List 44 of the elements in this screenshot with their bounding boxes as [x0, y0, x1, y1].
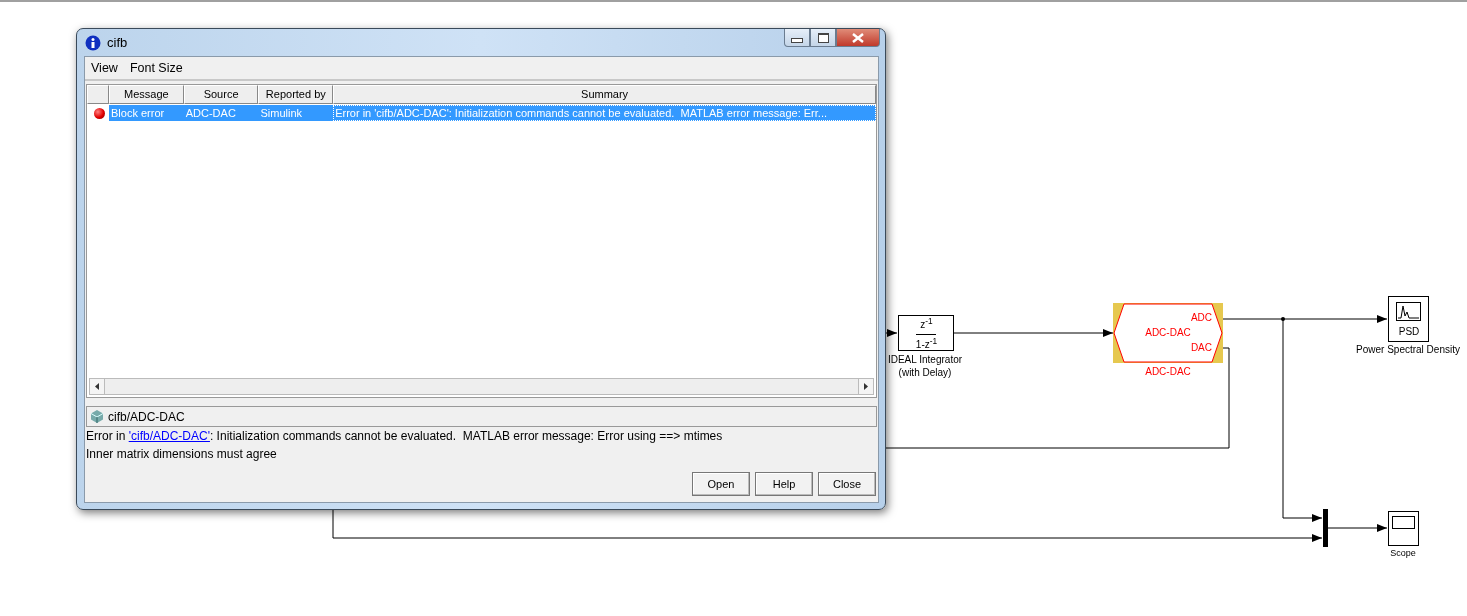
dialog-button[interactable]: Open	[692, 472, 750, 496]
block-label: Scope	[1389, 548, 1417, 558]
block-label: (with Delay)	[897, 367, 953, 378]
block-title: ADC-DAC	[1144, 327, 1192, 338]
close-icon	[852, 32, 864, 43]
horizontal-scrollbar[interactable]	[89, 378, 874, 395]
info-icon	[85, 34, 101, 51]
port-label: ADC	[1189, 312, 1212, 323]
cube-icon	[91, 410, 103, 423]
maximize-button[interactable]	[810, 29, 836, 47]
port-label: DAC	[1189, 342, 1212, 353]
dialog-button[interactable]: Help	[755, 472, 813, 496]
column-header[interactable]: Summary	[333, 85, 876, 104]
block-path: cifb/ADC-DAC	[108, 409, 185, 424]
column-header[interactable]: Message	[109, 85, 184, 104]
integrator-block[interactable]	[898, 315, 954, 351]
error-message: Inner matrix dimensions must agree	[85, 446, 278, 463]
error-message: Error in 'cifb/ADC-DAC': Initialization commands cannot be evaluated. MATLAB error message: Error using ==> mtimes	[85, 428, 724, 445]
close-button[interactable]	[836, 29, 880, 47]
column-header[interactable]	[87, 85, 109, 104]
column-header[interactable]: Source	[183, 85, 259, 104]
menu-item[interactable]: View	[91, 61, 118, 75]
scope-screen-icon	[1392, 516, 1415, 529]
integrator-numerator: z$^{-1}$	[919, 316, 934, 331]
menu-item[interactable]: Font Size	[129, 61, 183, 75]
integrator-denominator: 1-z$^{-1}$	[914, 336, 939, 351]
table-cell: Error in 'cifb/ADC-DAC': Initialization commands cannot be evaluated. MATLAB error message: Err...	[333, 105, 876, 121]
subsystem-block[interactable]	[1113, 303, 1223, 363]
table-cell: Simulink	[258, 105, 334, 121]
table-cell: ADC-DAC	[183, 105, 259, 121]
block-title: PSD	[1397, 326, 1421, 337]
signal-line	[1327, 524, 1388, 532]
window-title: cifb	[107, 35, 128, 50]
junction-dot	[1281, 317, 1285, 321]
spectrum-icon	[1396, 302, 1421, 321]
block-label: ADC-DAC	[1144, 366, 1192, 377]
block-label: Power Spectral Density	[1355, 344, 1461, 355]
table-cell: Block error	[109, 105, 184, 121]
block-label: IDEAL Integrator	[886, 354, 964, 365]
block-link[interactable]: 'cifb/ADC-DAC'	[128, 429, 210, 443]
minimize-button[interactable]	[784, 29, 810, 47]
column-header[interactable]: Reported by	[258, 85, 334, 104]
dialog-button[interactable]: Close	[818, 472, 876, 496]
signal-line	[885, 329, 898, 337]
